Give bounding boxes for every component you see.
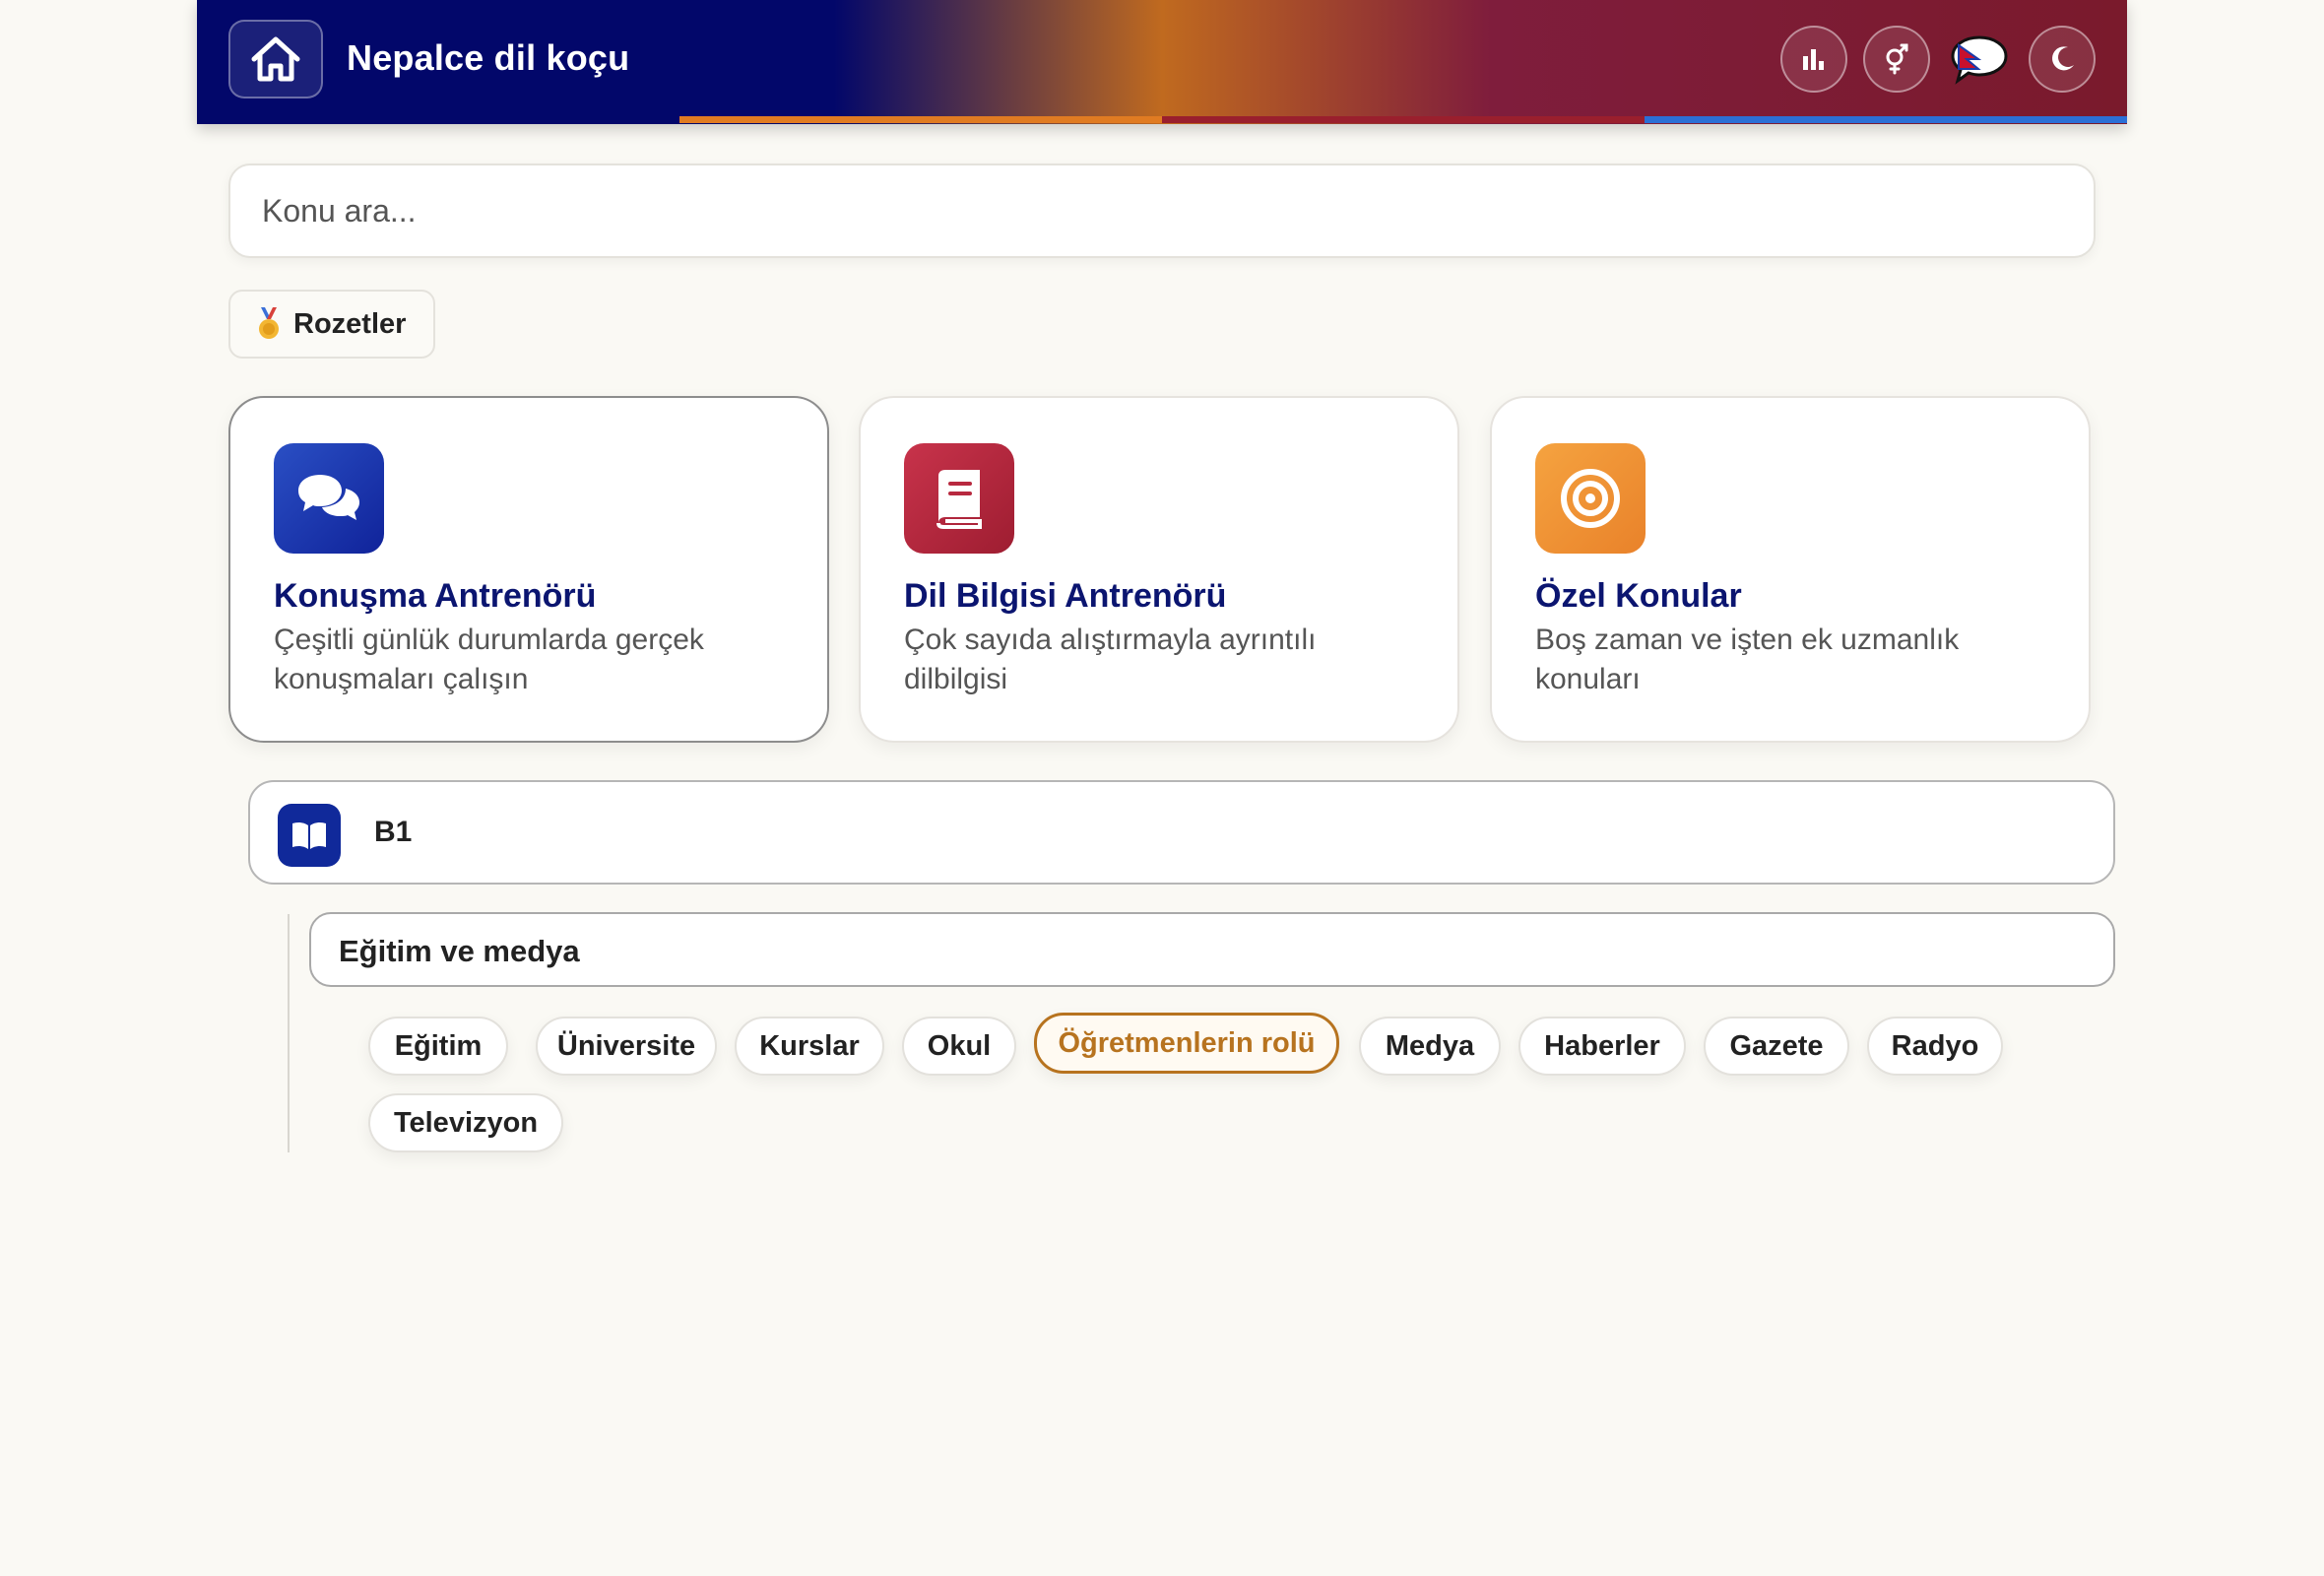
language-button[interactable] (1946, 26, 2013, 93)
topic-chip[interactable]: Gazete (1704, 1017, 1849, 1076)
topic-chip[interactable]: Haberler (1518, 1017, 1686, 1076)
target-icon (1561, 469, 1620, 528)
level-icon-wrap (278, 804, 341, 867)
chat-bubbles-icon (298, 475, 359, 520)
open-book-icon (292, 821, 326, 849)
topic-chip[interactable]: Okul (902, 1017, 1016, 1076)
search-input[interactable] (228, 164, 2096, 258)
app-header: Nepalce dil koçu (197, 0, 2127, 124)
topic-chip[interactable]: Medya (1359, 1017, 1501, 1076)
card-description: Boş zaman ve işten ek uzmanlık konuları (1535, 624, 1960, 695)
topic-chip[interactable]: Televizyon (368, 1093, 563, 1152)
dark-mode-button[interactable] (2029, 26, 2096, 93)
card-icon-wrap (904, 443, 1014, 554)
badges-button[interactable]: Rozetler (228, 290, 435, 359)
header-accent-stripe (679, 116, 2127, 123)
topic-chip[interactable]: Radyo (1867, 1017, 2003, 1076)
bar-chart-icon (1803, 49, 1824, 70)
home-button[interactable] (228, 20, 323, 98)
card-icon-wrap (274, 443, 384, 554)
card-title: Dil Bilgisi Antrenörü (904, 577, 1227, 615)
topic-chip[interactable]: Kurslar (735, 1017, 884, 1076)
medal-icon (259, 307, 279, 339)
level-label: B1 (374, 816, 413, 848)
gender-icon (1886, 43, 1908, 75)
card-grammar-trainer[interactable]: Dil Bilgisi Antrenörü Çok sayıda alıştır… (859, 396, 1459, 743)
card-description: Çeşitli günlük durumlarda gerçek konuşma… (274, 624, 704, 695)
category-label: Eğitim ve medya (339, 934, 580, 968)
badges-label: Rozetler (293, 307, 407, 340)
tree-connector-line (288, 914, 290, 1152)
card-conversation-trainer[interactable]: Konuşma Antrenörü Çeşitli günlük durumla… (228, 396, 829, 743)
header-actions (1780, 26, 2096, 93)
level-row-b1[interactable]: B1 (248, 780, 2115, 885)
card-title: Özel Konular (1535, 577, 1742, 615)
card-description: Çok sayıda alıştırmayla ayrıntılı dilbil… (904, 624, 1317, 695)
topic-chip[interactable]: Eğitim (368, 1017, 508, 1076)
gender-button[interactable] (1863, 26, 1930, 93)
app-title: Nepalce dil koçu (347, 37, 630, 78)
card-special-topics[interactable]: Özel Konular Boş zaman ve işten ek uzman… (1490, 396, 2091, 743)
book-icon (936, 470, 982, 529)
topic-chip[interactable]: Üniversite (536, 1017, 717, 1076)
card-title: Konuşma Antrenörü (274, 577, 597, 615)
nepal-flag-speech-icon (1951, 35, 2008, 85)
stats-button[interactable] (1780, 26, 1847, 93)
topic-chip-selected[interactable]: Öğretmenlerin rolü (1034, 1013, 1339, 1074)
moon-icon (2052, 46, 2074, 71)
home-icon (251, 36, 300, 82)
card-icon-wrap (1535, 443, 1646, 554)
category-row[interactable]: Eğitim ve medya (309, 912, 2115, 987)
